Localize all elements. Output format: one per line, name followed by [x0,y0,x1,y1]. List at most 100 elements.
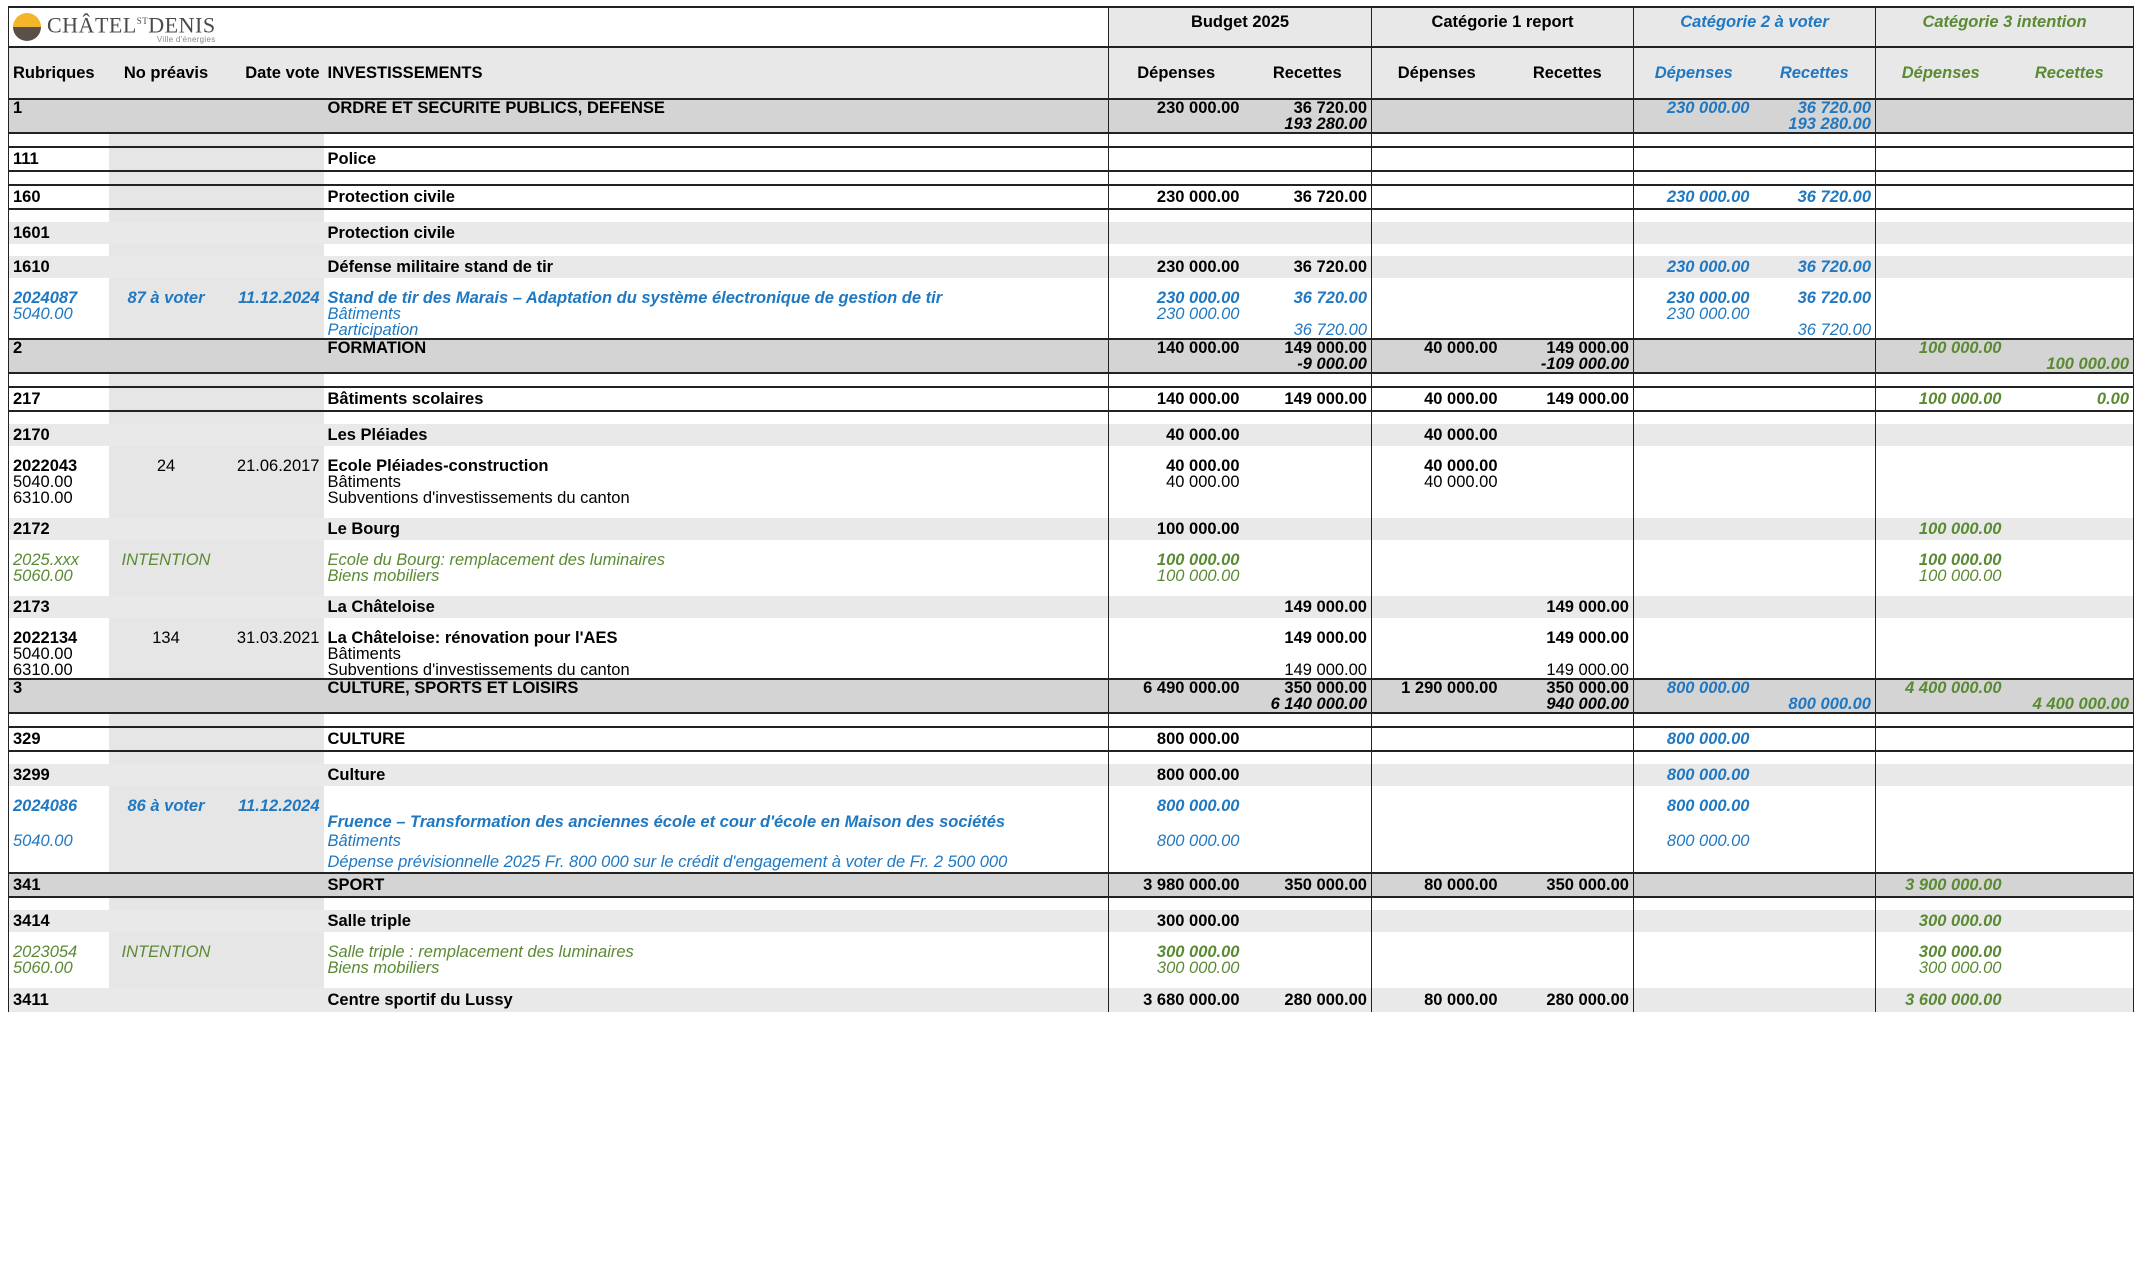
spacer-row [8,786,2135,798]
table-row: 5040.00 Bâtiments 800 000.00 800 000.00 [8,830,2135,852]
table-row: Dépense prévisionnelle 2025 Fr. 800 000 … [8,852,2135,873]
table-row: 193 280.00 193 280.00 [8,116,2135,134]
preavis-cell [108,814,224,830]
budget-depenses-cell: 40 000.00 [1108,424,1244,446]
budget-recettes-cell: 36 720.00 [1243,256,1372,278]
label-cell [323,116,1109,134]
cat3-recettes-cell [2005,830,2135,852]
cat2-depenses-cell: 800 000.00 [1633,726,1754,752]
budget-depenses-cell: 6 490 000.00 [1108,678,1244,696]
label-cell: Ecole Pléiades-construction [327,457,549,475]
cat3-recettes-cell: 100 000.00 [2005,356,2135,374]
cat2-recettes-cell [1754,814,1876,830]
label-cell: CULTURE, SPORTS ET LOISIRS [323,678,1109,696]
label-cell: Bâtiments [327,645,401,663]
preavis-cell [108,518,224,540]
rubrique-cell: 2024086 [8,798,109,814]
cat1-depenses-cell [1371,356,1502,374]
date-vote-cell [223,960,324,976]
table-row: 2173 La Châteloise 149 000.00 149 000.00 [8,596,2135,618]
label-cell: Salle triple : remplacement des luminair… [327,943,634,961]
header-rubriques: Rubriques [8,46,109,99]
cat1-recettes-cell: 149 000.00 [1501,338,1634,356]
cat2-recettes-cell: 36 720.00 [1797,321,1871,339]
table-row: 6 140 000.00 940 000.00 800 000.00 4 400 00… [8,696,2135,714]
chatel-st-denis-logo: CHÂTELSTDENIS Ville d'énergies [13,9,1104,45]
cat1-depenses-cell [1371,830,1502,852]
cat3-recettes-cell [2005,630,2135,646]
table-row: 3 CULTURE, SPORTS ET LOISIRS 6 490 000.00 3… [8,678,2135,696]
rubrique-cell: 160 [8,184,109,210]
cat1-recettes-cell [1502,322,1634,339]
cat2-depenses-cell: 800 000.00 [1633,830,1754,852]
budget-recettes-cell: 149 000.00 [1243,596,1372,618]
cat3-depenses-cell [1875,306,2006,322]
cat1-recettes-cell: 149 000.00 [1546,661,1629,679]
budget-depenses-cell [1108,814,1244,830]
rubrique-cell: 2023054 [8,944,109,960]
cat1-depenses-cell: 40 000.00 [1371,338,1502,356]
budget-depenses-cell [1108,662,1244,679]
budget-recettes-cell [1244,474,1372,490]
budget-recettes-cell [1244,960,1372,976]
cat1-depenses-cell [1371,764,1502,786]
cat3-depenses-cell [1875,814,2006,830]
cat3-recettes-cell [2005,222,2135,244]
rubrique-cell: 6310.00 [8,490,109,506]
label-cell: Fruence – Transformation des anciennes é… [327,813,1006,831]
cat1-depenses-cell [1371,222,1502,244]
rubrique-cell: 1601 [8,222,109,244]
cat3-depenses-cell [1875,852,2006,873]
cat3-recettes-cell [2005,552,2135,568]
cat1-recettes-cell [1502,646,1634,662]
cat1-recettes-cell: 149 000.00 [1501,386,1634,412]
rubrique-cell: 5060.00 [8,960,109,976]
label-cell: Dépense prévisionnelle 2025 Fr. 800 000 … [327,853,1008,871]
cat1-recettes-cell [1501,256,1634,278]
budget-depenses-cell [1108,696,1244,714]
cat2-recettes-cell [1753,518,1876,540]
budget-depenses-cell: 800 000.00 [1108,830,1244,852]
table-row: 160 Protection civile 230 000.00 36 720.00 2… [8,184,2135,210]
cat2-depenses-cell [1633,490,1754,506]
rubrique-cell: 341 [8,872,109,898]
cat2-depenses-cell [1633,518,1754,540]
cat2-depenses-cell [1633,988,1754,1012]
header-date-vote: Date vote [223,46,324,99]
label-cell: Biens mobiliers [327,567,440,585]
cat2-depenses-cell [1633,960,1754,976]
cat1-depenses-cell [1371,518,1502,540]
date-vote-cell [223,764,324,786]
budget-depenses-cell: 300 000.00 [1108,960,1244,976]
cat3-depenses-cell [1875,662,2006,679]
preavis-cell: INTENTION [108,944,224,960]
spacer-row [8,209,2135,222]
cat2-recettes-cell [1754,646,1876,662]
table-row: 2023054 INTENTION Salle triple : remplacem… [8,943,2135,961]
cat3-depenses-cell [1875,322,2006,339]
preavis-cell [108,852,224,873]
preavis-cell [108,306,224,322]
budget-recettes-cell: 193 280.00 [1243,116,1372,134]
cat2-depenses-cell: 230 000.00 [1633,98,1754,116]
rubrique-cell: 2022043 [8,458,109,474]
cat2-depenses-cell [1633,568,1754,584]
rubrique-cell: 111 [8,146,109,172]
cat2-recettes-cell: 36 720.00 [1753,184,1876,210]
budget-recettes-cell [1244,306,1372,322]
cat1-depenses-cell [1371,662,1502,679]
cat1-depenses-cell [1371,960,1502,976]
date-vote-cell [223,424,324,446]
budget-recettes-cell [1244,798,1372,814]
cat2-recettes-cell [1754,552,1876,568]
header-cat3-depenses: Dépenses [1875,46,2006,99]
cat1-recettes-cell: 940 000.00 [1501,696,1634,714]
rubrique-cell: 329 [8,726,109,752]
cat2-depenses-cell [1633,696,1754,714]
header-row-2: Rubriques No préavis Date vote INVESTISS… [8,46,2135,99]
budget-table: CHÂTELSTDENIS Ville d'énergies Budget 20… [8,6,2135,1012]
cat1-depenses-cell: 80 000.00 [1371,872,1502,898]
cat3-depenses-cell [1875,830,2006,852]
cat2-recettes-cell [1754,852,1876,873]
preavis-cell [108,424,224,446]
